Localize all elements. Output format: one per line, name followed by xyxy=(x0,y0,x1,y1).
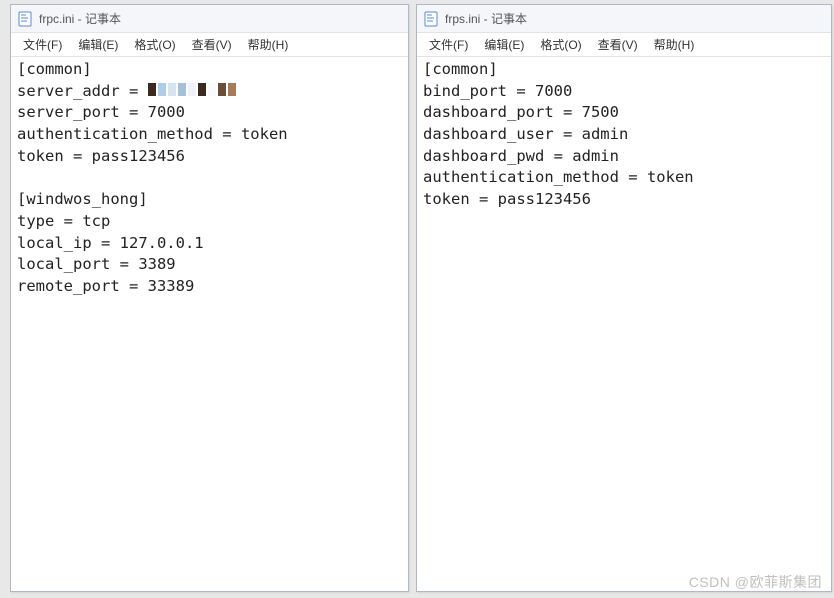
menu-file[interactable]: 文件(F) xyxy=(421,34,476,55)
line-common: [common] xyxy=(423,60,498,78)
menu-file[interactable]: 文件(F) xyxy=(15,34,70,55)
text-area[interactable]: [common] bind_port = 7000 dashboard_port… xyxy=(417,57,831,591)
menu-view[interactable]: 查看(V) xyxy=(184,34,240,55)
line-dashboard-port: dashboard_port = 7500 xyxy=(423,103,619,121)
menu-help[interactable]: 帮助(H) xyxy=(240,34,297,55)
line-token: token = pass123456 xyxy=(17,147,185,165)
redacted-server-addr xyxy=(148,83,238,97)
notepad-window-frpc: frpc.ini - 记事本 文件(F) 编辑(E) 格式(O) 查看(V) 帮… xyxy=(10,4,409,592)
menu-edit[interactable]: 编辑(E) xyxy=(476,34,532,55)
line-dashboard-pwd: dashboard_pwd = admin xyxy=(423,147,619,165)
titlebar[interactable]: frps.ini - 记事本 xyxy=(417,5,831,33)
notepad-icon xyxy=(423,11,439,27)
menu-edit[interactable]: 编辑(E) xyxy=(70,34,126,55)
line-type: type = tcp xyxy=(17,212,110,230)
line-server-port: server_port = 7000 xyxy=(17,103,185,121)
window-title: frpc.ini - 记事本 xyxy=(39,10,121,27)
line-auth-method: authentication_method = token xyxy=(423,168,694,186)
line-remote-port: remote_port = 33389 xyxy=(17,277,194,295)
line-bind-port: bind_port = 7000 xyxy=(423,82,572,100)
menu-view[interactable]: 查看(V) xyxy=(590,34,646,55)
text-area[interactable]: [common] server_addr = server_port = 700… xyxy=(11,57,408,591)
notepad-icon xyxy=(17,11,33,27)
line-auth-method: authentication_method = token xyxy=(17,125,288,143)
line-dashboard-user: dashboard_user = admin xyxy=(423,125,628,143)
notepad-window-frps: frps.ini - 记事本 文件(F) 编辑(E) 格式(O) 查看(V) 帮… xyxy=(416,4,832,592)
menu-format[interactable]: 格式(O) xyxy=(532,34,589,55)
window-title: frps.ini - 记事本 xyxy=(445,10,527,27)
line-server-addr-key: server_addr = xyxy=(17,82,148,100)
line-section2: [windwos_hong] xyxy=(17,190,148,208)
line-common: [common] xyxy=(17,60,92,78)
titlebar[interactable]: frpc.ini - 记事本 xyxy=(11,5,408,33)
menu-format[interactable]: 格式(O) xyxy=(126,34,183,55)
menu-help[interactable]: 帮助(H) xyxy=(646,34,703,55)
line-token: token = pass123456 xyxy=(423,190,591,208)
menubar: 文件(F) 编辑(E) 格式(O) 查看(V) 帮助(H) xyxy=(417,33,831,57)
line-local-ip: local_ip = 127.0.0.1 xyxy=(17,234,204,252)
line-local-port: local_port = 3389 xyxy=(17,255,176,273)
menubar: 文件(F) 编辑(E) 格式(O) 查看(V) 帮助(H) xyxy=(11,33,408,57)
